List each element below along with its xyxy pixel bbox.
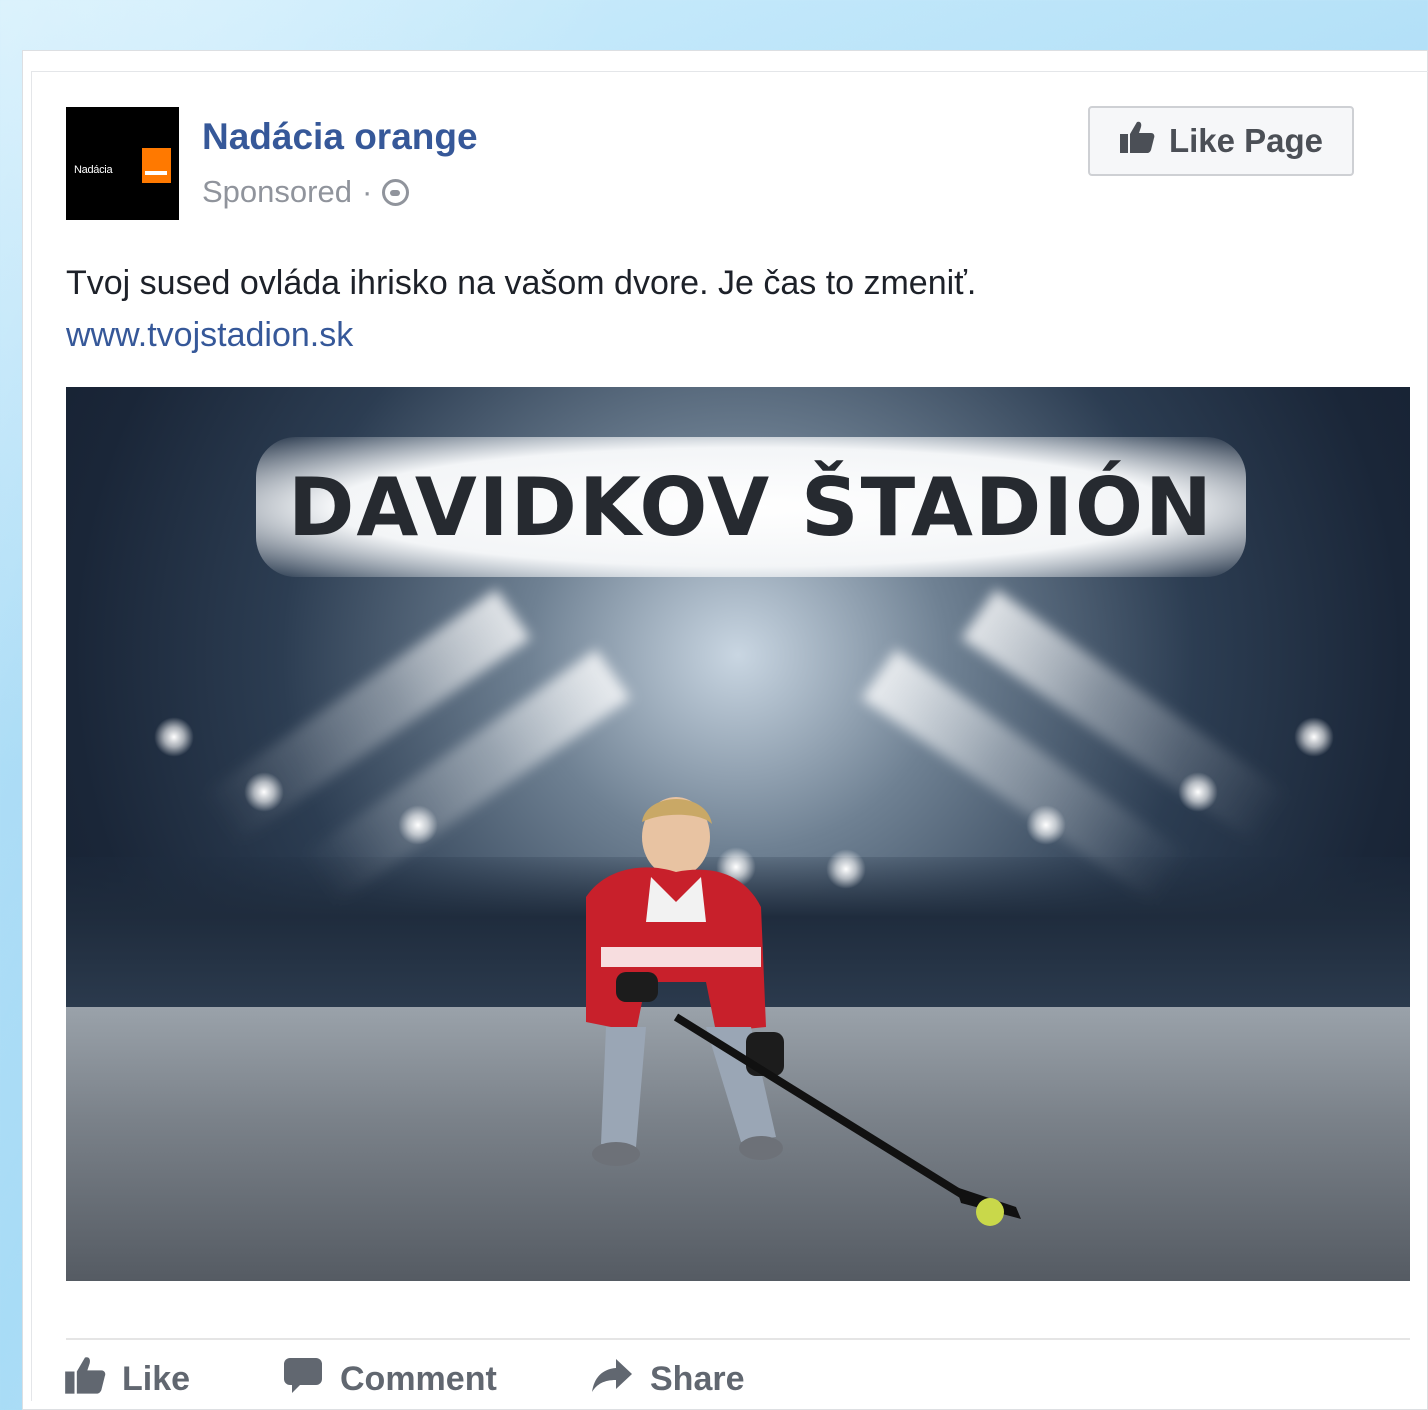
share-label: Share xyxy=(650,1360,745,1398)
comment-button[interactable]: Comment xyxy=(282,1355,497,1404)
post-meta: Sponsored · xyxy=(202,174,410,210)
page-name-link[interactable]: Nadácia orange xyxy=(202,116,478,158)
comment-icon xyxy=(282,1355,324,1404)
stadium-light xyxy=(826,849,866,889)
stadium-light xyxy=(154,717,194,757)
avatar-brand-text: Nadácia xyxy=(74,164,113,176)
comment-label: Comment xyxy=(340,1360,497,1398)
post-message: Tvoj sused ovláda ihrisko na vašom dvore… xyxy=(66,264,977,302)
globe-icon xyxy=(382,178,410,206)
stadium-light xyxy=(1294,717,1334,757)
like-page-button[interactable]: Like Page xyxy=(1088,106,1354,176)
orange-logo-mark xyxy=(145,171,167,175)
stadium-light xyxy=(1026,805,1066,845)
post-image[interactable]: DAVIDKOV ŠTADIÓN xyxy=(66,387,1410,1281)
image-title: DAVIDKOV ŠTADIÓN xyxy=(287,460,1215,554)
thumbs-up-icon xyxy=(1119,120,1155,162)
share-button[interactable]: Share xyxy=(590,1355,745,1404)
stadium-light xyxy=(398,805,438,845)
stadium-light xyxy=(1178,772,1218,812)
orange-logo-square xyxy=(142,148,171,165)
hockey-stick xyxy=(673,1013,1021,1226)
actions-divider xyxy=(66,1338,1410,1340)
like-label: Like xyxy=(122,1360,191,1398)
meta-separator: · xyxy=(361,174,373,209)
post-link[interactable]: www.tvojstadion.sk xyxy=(66,309,353,361)
sponsored-label[interactable]: Sponsored xyxy=(202,174,352,210)
stadium-light xyxy=(244,772,284,812)
thumbs-up-icon xyxy=(64,1355,106,1404)
light-beam xyxy=(961,589,1291,845)
like-page-label: Like Page xyxy=(1168,122,1324,159)
like-button[interactable]: Like xyxy=(64,1355,190,1404)
page-avatar[interactable]: Nadácia xyxy=(66,107,179,220)
share-arrow-icon xyxy=(590,1355,634,1404)
